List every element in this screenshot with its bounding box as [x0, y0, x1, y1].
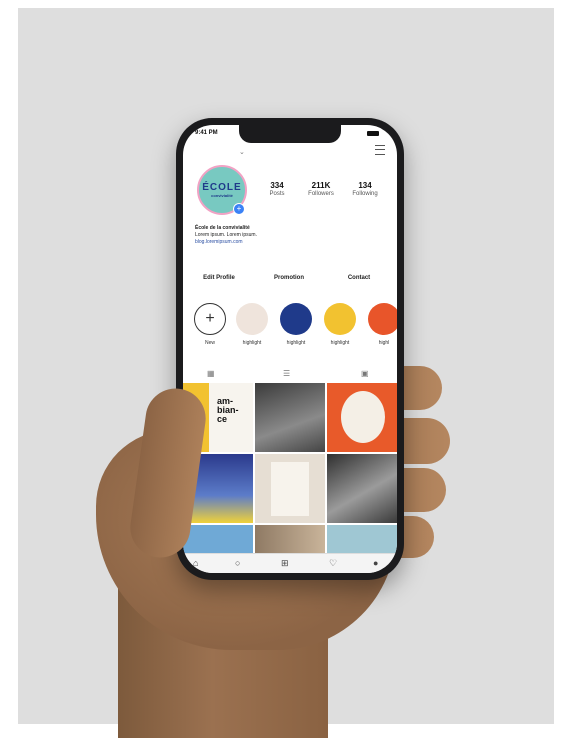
highlight-cover — [324, 303, 356, 335]
post-thumbnail[interactable] — [255, 525, 325, 553]
post-thumbnail[interactable] — [327, 454, 397, 523]
phone-notch — [239, 125, 341, 143]
bio-text: Lorem ipsum. Lorem ipsum. — [195, 232, 257, 238]
search-icon[interactable]: ○ — [235, 558, 240, 568]
post-paper — [271, 462, 309, 516]
highlight-item[interactable]: highl — [367, 303, 397, 346]
highlight-label: New — [204, 340, 215, 346]
menu-icon[interactable] — [375, 145, 385, 155]
add-icon[interactable]: ⊞ — [281, 558, 289, 569]
heart-icon[interactable]: ♡ — [329, 558, 337, 569]
avatar-logo-subtext: convivialité — [211, 193, 233, 198]
stat-followers[interactable]: 211K Followers — [299, 181, 343, 197]
stat-following[interactable]: 134 Following — [343, 181, 387, 197]
stat-label: Following — [352, 191, 378, 197]
list-icon[interactable]: ☰ — [283, 369, 290, 378]
bottom-nav: ⌂ ○ ⊞ ♡ ● — [183, 553, 397, 573]
highlight-label: highlight — [286, 340, 306, 346]
highlight-item[interactable]: highlight — [279, 303, 313, 346]
plus-icon: + — [194, 303, 226, 335]
post-grid: am- bian- ce — [183, 383, 397, 553]
avatar-logo-text: ÉCOLE — [202, 182, 242, 193]
phone: 9:41 PM ⌄ ÉCOLE convivialité + 334 Posts… — [176, 118, 404, 580]
post-thumbnail[interactable] — [327, 525, 397, 553]
battery-icon — [367, 131, 379, 136]
post-thumbnail[interactable] — [255, 383, 325, 452]
post-text: am- bian- ce — [217, 396, 239, 424]
highlight-label: highl — [378, 340, 390, 346]
highlight-cover — [368, 303, 397, 335]
highlight-new[interactable]: + New — [193, 303, 227, 346]
tagged-icon[interactable]: ▣ — [361, 369, 369, 378]
stat-value: 211K — [311, 181, 331, 190]
edit-profile-button[interactable]: Edit Profile — [189, 271, 249, 285]
home-icon[interactable]: ⌂ — [193, 558, 198, 568]
highlight-cover — [236, 303, 268, 335]
profile-bio: École de la convivialité Lorem ipsum. Lo… — [195, 225, 385, 246]
post-thumbnail[interactable] — [183, 525, 253, 553]
phone-screen: 9:41 PM ⌄ ÉCOLE convivialité + 334 Posts… — [183, 125, 397, 573]
profile-tabs: ▦ ☰ ▣ — [183, 365, 397, 383]
status-time: 9:41 PM — [195, 130, 218, 136]
contact-button[interactable]: Contact — [329, 271, 389, 285]
highlight-label: highlight — [330, 340, 350, 346]
highlight-label: highlight — [242, 340, 262, 346]
stat-posts[interactable]: 334 Posts — [255, 181, 299, 197]
post-paper — [341, 391, 385, 443]
chevron-down-icon[interactable]: ⌄ — [239, 148, 245, 156]
post-thumbnail[interactable] — [255, 454, 325, 523]
bio-link[interactable]: blog.loremipsum.com — [195, 239, 385, 246]
profile-icon[interactable]: ● — [373, 558, 378, 568]
highlight-cover — [280, 303, 312, 335]
promotion-button[interactable]: Promotion — [259, 271, 319, 285]
add-story-icon[interactable]: + — [233, 203, 245, 215]
highlight-item[interactable]: highlight — [235, 303, 269, 346]
stat-value: 134 — [358, 181, 372, 190]
profile-name: École de la convivialité — [195, 225, 250, 231]
stat-label: Posts — [269, 191, 285, 197]
grid-icon[interactable]: ▦ — [207, 369, 215, 378]
highlight-item[interactable]: highlight — [323, 303, 357, 346]
stat-label: Followers — [308, 191, 334, 197]
stat-value: 334 — [270, 181, 284, 190]
post-thumbnail[interactable] — [327, 383, 397, 452]
